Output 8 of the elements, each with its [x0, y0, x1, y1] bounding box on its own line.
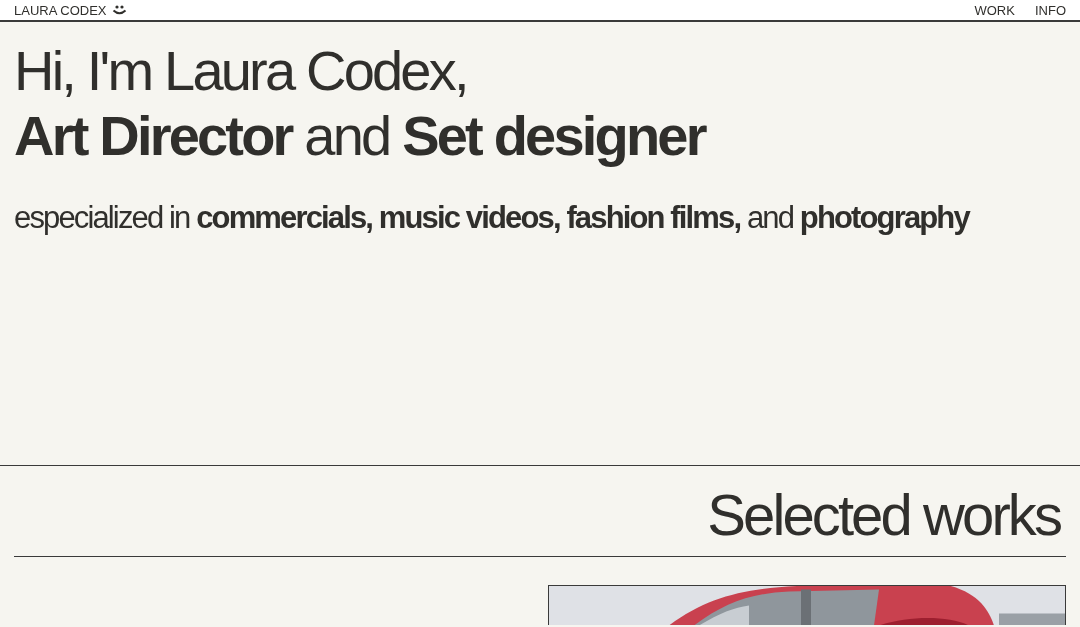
roles-heading: Art Director and Set designer [14, 104, 707, 168]
specialties-text: especialized in commercials, music videos, fashion films, and photography [14, 199, 971, 237]
brand-name[interactable]: LAURA CODEX [14, 3, 107, 17]
smiley-icon [112, 4, 128, 16]
nav-link[interactable]: INFO [1034, 3, 1066, 17]
greeting-heading: Hi, I'm Laura Codex, [14, 38, 468, 104]
nav-link[interactable]: WORK [974, 3, 1015, 17]
section-title: Selected works [707, 484, 1062, 546]
